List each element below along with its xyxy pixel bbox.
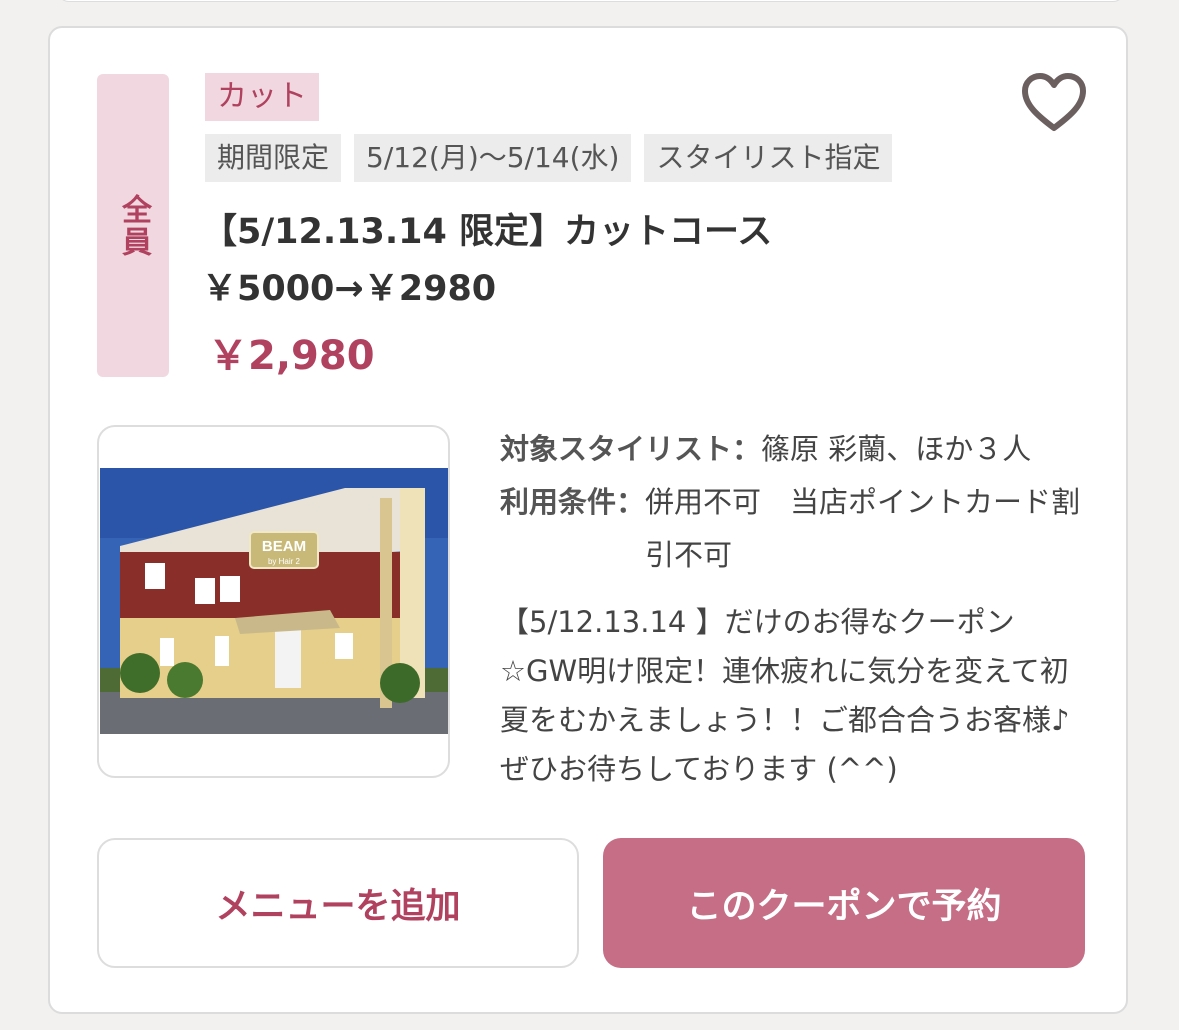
coupon-price: ￥2,980 [208,333,375,379]
conditions-label: 利用条件： [500,485,646,519]
stylist-value: 篠原 彩蘭、ほか３人 [761,432,1032,466]
coupon-description: 【5/12.13.14 】だけのお得なクーポン☆GW明け限定！連休疲れに気分を変… [500,605,1070,786]
stylist-label: 対象スタイリスト： [500,432,762,466]
previous-card-edge [57,0,1125,2]
tag-period: 5/12(月)～5/14(水) [354,134,632,182]
heart-icon[interactable] [1020,72,1088,134]
target-badge-label: 全員 [116,193,151,258]
add-menu-button[interactable]: メニューを追加 [97,838,579,968]
category-badge: カット [205,73,319,121]
conditions-value: 併用不可 当店ポイントカード割引不可 [645,485,1081,572]
stylist-row: 対象スタイリスト： 篠原 彩蘭、ほか３人 [500,423,1085,476]
salon-photo: BEAM by Hair 2 [97,425,450,778]
tag-limited: 期間限定 [205,134,342,182]
coupon-info: 対象スタイリスト： 篠原 彩蘭、ほか３人 利用条件： 併用不可 当店ポイントカー… [500,423,1085,582]
conditions-row: 利用条件： 併用不可 当店ポイントカード割引不可 [500,476,1085,582]
coupon-card: 全員 カット 期間限定 5/12(月)～5/14(水) スタイリスト指定 【5/… [48,26,1128,1014]
salon-sign-subtext: by Hair 2 [268,557,301,566]
coupon-tags: 期間限定 5/12(月)～5/14(水) スタイリスト指定 [205,134,893,182]
salon-sign-text: BEAM [262,538,306,555]
salon-building-image: BEAM by Hair 2 [100,468,448,734]
coupon-title: 【5/12.13.14 限定】カットコース ￥5000→￥2980 [202,212,808,309]
reserve-coupon-button[interactable]: このクーポンで予約 [603,838,1085,968]
target-badge: 全員 [97,74,169,377]
tag-stylist: スタイリスト指定 [644,134,893,182]
